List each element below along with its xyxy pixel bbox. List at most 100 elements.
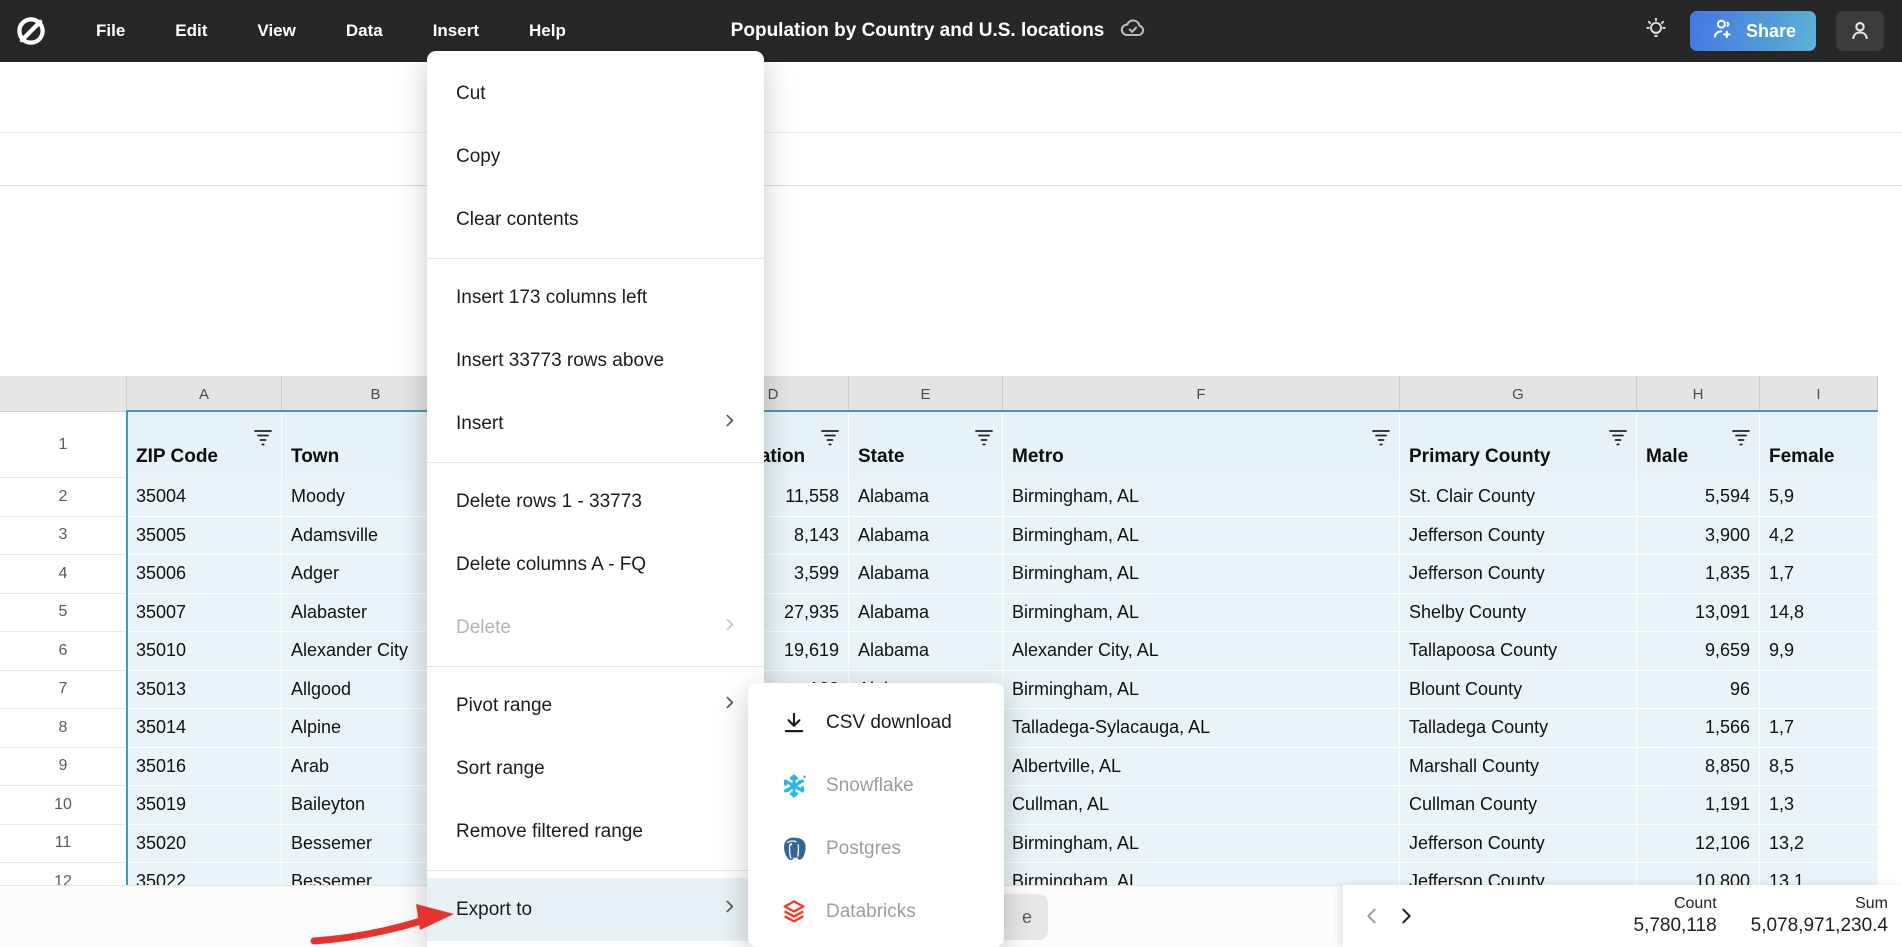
table-cell[interactable]: 14,8: [1760, 594, 1878, 633]
table-cell[interactable]: Alabama: [849, 517, 1003, 556]
table-cell[interactable]: 1,7: [1760, 709, 1878, 748]
header-cell-zip-code[interactable]: ZIP Code: [127, 412, 282, 478]
header-cell-male[interactable]: Male: [1637, 412, 1760, 478]
table-cell[interactable]: 35020: [127, 825, 282, 864]
share-button[interactable]: Share: [1690, 11, 1816, 51]
table-cell[interactable]: 5,594: [1637, 478, 1760, 517]
table-cell[interactable]: Shelby County: [1400, 594, 1637, 633]
table-cell[interactable]: 35007: [127, 594, 282, 633]
row-number-5[interactable]: 5: [0, 594, 127, 633]
row-number-2[interactable]: 2: [0, 478, 127, 517]
header-cell-primary-county[interactable]: Primary County: [1400, 412, 1637, 478]
table-cell[interactable]: 13,2: [1760, 825, 1878, 864]
table-cell[interactable]: Jefferson County: [1400, 825, 1637, 864]
table-cell[interactable]: 35004: [127, 478, 282, 517]
menu-item-cut[interactable]: Cut: [427, 62, 764, 125]
row-number-11[interactable]: 11: [0, 825, 127, 864]
row-number-8[interactable]: 8: [0, 709, 127, 748]
table-cell[interactable]: 10,800: [1637, 863, 1760, 885]
table-cell[interactable]: 9,659: [1637, 632, 1760, 671]
table-cell[interactable]: 9,9: [1760, 632, 1878, 671]
table-cell[interactable]: 35022: [127, 863, 282, 885]
menubar-item-data[interactable]: Data: [328, 13, 401, 49]
table-cell[interactable]: 1,3: [1760, 786, 1878, 825]
menubar-item-file[interactable]: File: [78, 13, 143, 49]
column-letter-I[interactable]: I: [1760, 376, 1878, 412]
submenu-item-csv-download[interactable]: CSV download: [748, 691, 1004, 754]
menu-item-copy[interactable]: Copy: [427, 125, 764, 188]
row-number-3[interactable]: 3: [0, 517, 127, 556]
menu-item-clear-contents[interactable]: Clear contents: [427, 188, 764, 251]
row-number-6[interactable]: 6: [0, 632, 127, 671]
filter-icon[interactable]: [1608, 428, 1628, 452]
table-cell[interactable]: Birmingham, AL: [1003, 825, 1400, 864]
table-cell[interactable]: 1,566: [1637, 709, 1760, 748]
table-cell[interactable]: 35006: [127, 555, 282, 594]
table-cell[interactable]: Albertville, AL: [1003, 748, 1400, 787]
menubar-item-insert[interactable]: Insert: [415, 13, 497, 49]
column-letter-F[interactable]: F: [1003, 376, 1400, 412]
table-cell[interactable]: 5,9: [1760, 478, 1878, 517]
menu-item-remove-filtered-range[interactable]: Remove filtered range: [427, 800, 764, 863]
filter-icon[interactable]: [1371, 428, 1391, 452]
table-cell[interactable]: 1,7: [1760, 555, 1878, 594]
menu-item-insert[interactable]: Insert: [427, 392, 764, 455]
menu-item-pivot-range[interactable]: Pivot range: [427, 674, 764, 737]
row-number-7[interactable]: 7: [0, 671, 127, 710]
table-cell[interactable]: Alabama: [849, 555, 1003, 594]
grid-corner-box[interactable]: [0, 376, 127, 412]
menubar-item-help[interactable]: Help: [511, 13, 584, 49]
column-letter-E[interactable]: E: [849, 376, 1003, 412]
column-letter-A[interactable]: A: [127, 376, 282, 412]
menubar-item-edit[interactable]: Edit: [157, 13, 225, 49]
table-cell[interactable]: 1,835: [1637, 555, 1760, 594]
menu-item-delete-columns-a-fq[interactable]: Delete columns A - FQ: [427, 533, 764, 596]
table-cell[interactable]: 35005: [127, 517, 282, 556]
table-cell[interactable]: 35010: [127, 632, 282, 671]
row-number-10[interactable]: 10: [0, 786, 127, 825]
table-cell[interactable]: Alabama: [849, 594, 1003, 633]
row-number-4[interactable]: 4: [0, 555, 127, 594]
quadratic-logo-icon[interactable]: [14, 14, 48, 48]
table-cell[interactable]: 96: [1637, 671, 1760, 710]
table-cell[interactable]: [1760, 671, 1878, 710]
table-cell[interactable]: 12,106: [1637, 825, 1760, 864]
table-cell[interactable]: 8,850: [1637, 748, 1760, 787]
table-cell[interactable]: Birmingham, AL: [1003, 863, 1400, 885]
header-cell-female[interactable]: Female: [1760, 412, 1878, 478]
filter-icon[interactable]: [1731, 428, 1751, 452]
table-cell[interactable]: Tallapoosa County: [1400, 632, 1637, 671]
table-cell[interactable]: Marshall County: [1400, 748, 1637, 787]
table-cell[interactable]: 13,1: [1760, 863, 1878, 885]
table-cell[interactable]: 1,191: [1637, 786, 1760, 825]
menu-item-insert-33773-rows-above[interactable]: Insert 33773 rows above: [427, 329, 764, 392]
menu-item-delete-rows-1-33773[interactable]: Delete rows 1 - 33773: [427, 470, 764, 533]
menu-item-export-to[interactable]: Export to: [427, 878, 764, 941]
table-cell[interactable]: Alabama: [849, 632, 1003, 671]
tabs-scroll-right-button[interactable]: [1389, 896, 1423, 936]
column-letter-H[interactable]: H: [1637, 376, 1760, 412]
menubar-item-view[interactable]: View: [239, 13, 313, 49]
table-cell[interactable]: 4,2: [1760, 517, 1878, 556]
table-cell[interactable]: Jefferson County: [1400, 863, 1637, 885]
menu-item-insert-173-columns-left[interactable]: Insert 173 columns left: [427, 266, 764, 329]
table-cell[interactable]: Talladega-Sylacauga, AL: [1003, 709, 1400, 748]
table-cell[interactable]: Talladega County: [1400, 709, 1637, 748]
table-cell[interactable]: 8,5: [1760, 748, 1878, 787]
table-cell[interactable]: St. Clair County: [1400, 478, 1637, 517]
table-cell[interactable]: 35014: [127, 709, 282, 748]
filter-icon[interactable]: [253, 428, 273, 452]
table-cell[interactable]: 35016: [127, 748, 282, 787]
table-cell[interactable]: Birmingham, AL: [1003, 594, 1400, 633]
table-cell[interactable]: 3,900: [1637, 517, 1760, 556]
menu-item-sort-range[interactable]: Sort range: [427, 737, 764, 800]
row-number-12[interactable]: 12: [0, 863, 127, 885]
table-cell[interactable]: 35013: [127, 671, 282, 710]
table-cell[interactable]: Cullman, AL: [1003, 786, 1400, 825]
table-cell[interactable]: Birmingham, AL: [1003, 478, 1400, 517]
table-cell[interactable]: Jefferson County: [1400, 517, 1637, 556]
row-number-9[interactable]: 9: [0, 748, 127, 787]
table-cell[interactable]: 35019: [127, 786, 282, 825]
table-cell[interactable]: Alexander City, AL: [1003, 632, 1400, 671]
filter-icon[interactable]: [974, 428, 994, 452]
